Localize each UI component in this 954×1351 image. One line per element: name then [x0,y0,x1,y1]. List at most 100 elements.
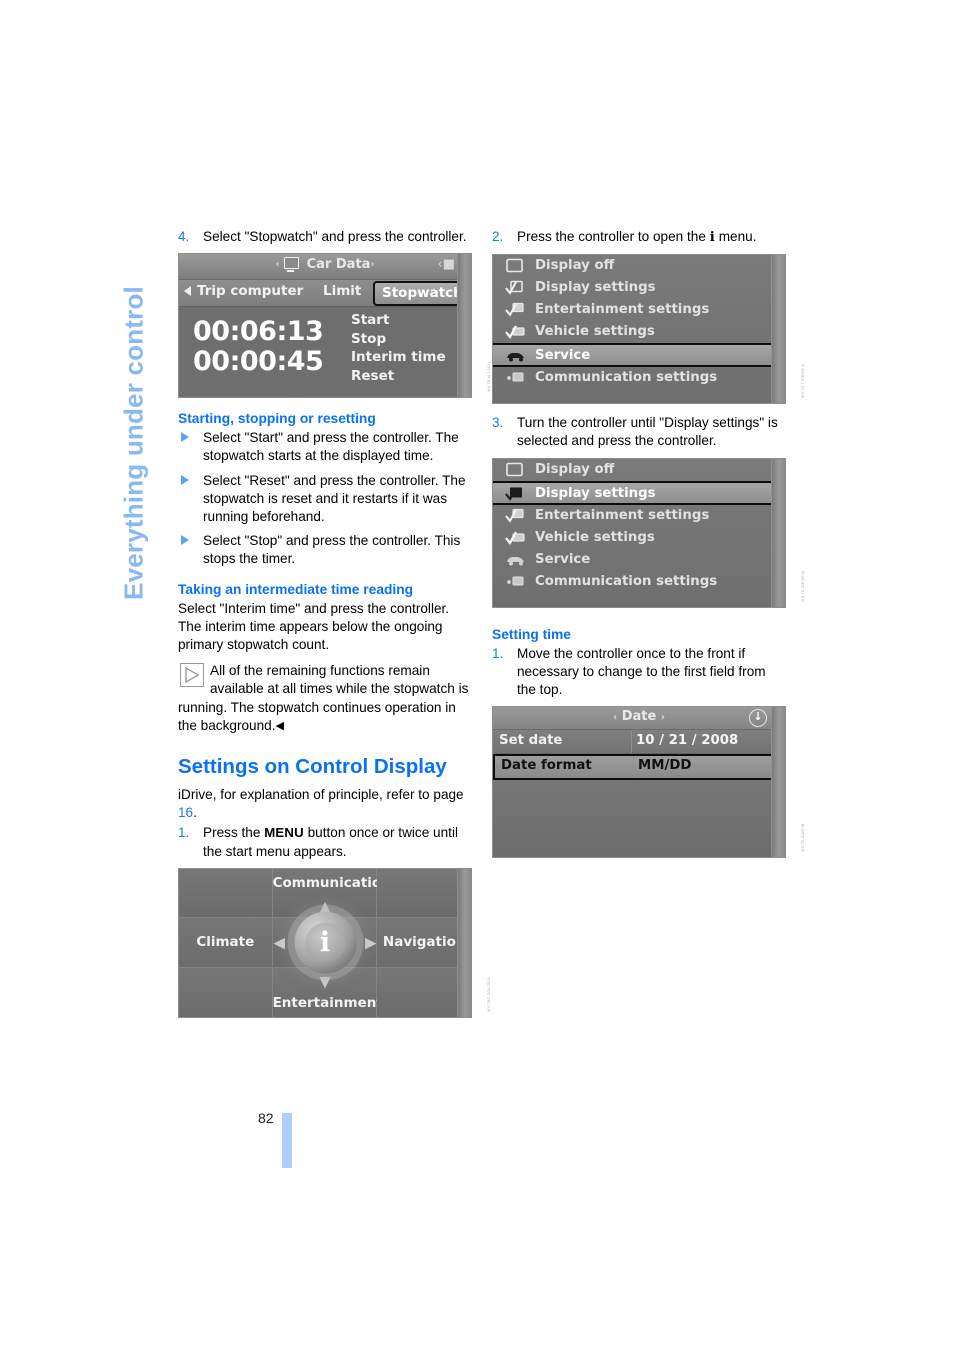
date-title: Date [621,709,657,725]
chapter-tab: Everything under control [112,228,156,658]
grid-cell-climate[interactable]: Climate [179,918,273,968]
grid-cell-tl [179,868,273,919]
start-menu-grid: Communication Climate Navigation Enterta… [179,868,471,1017]
action-interim-time[interactable]: Interim time [351,348,446,367]
imenu-item-entertainment-settings[interactable]: Entertainment settings [493,505,772,527]
monitor-icon [284,257,300,273]
date-row-set-date[interactable]: Set date 10 / 21 / 2008 [493,730,785,755]
display-off-icon [505,462,525,478]
idrive-intro-before: iDrive, for explanation of principle, re… [178,787,464,803]
bullet-stop: Select "Stop" and press the controller. … [178,532,474,568]
setting-time-step-1-number: 1. [492,645,504,661]
action-reset[interactable]: Reset [351,367,446,386]
imenu-screen-display-settings: Display off Display settings Entertainme… [492,457,786,608]
tab-limit[interactable]: Limit [323,283,361,299]
imenu-item-vehicle-settings[interactable]: Vehicle settings [493,527,772,549]
heading-intermediate-time: Taking an intermediate time reading [178,581,414,597]
imenu-item-vehicle-settings[interactable]: Vehicle settings [493,321,772,343]
grid-cell-entertainment[interactable]: Entertainment [272,967,383,1017]
interim-paragraph: Select "Interim time" and press the cont… [178,600,450,653]
step-1-menu: 1. Press the MENU button once or twice un… [178,824,474,860]
bullet-start-text: Select "Start" and press the controller.… [203,430,459,464]
car-data-titlebar: ‹ Car Data› ‹■ [179,254,471,281]
imenu-item-communication-settings[interactable]: Communication settings [493,367,772,389]
date-column-divider [631,730,632,754]
tab-trip-computer[interactable]: Trip computer [197,283,303,299]
imenu-list-1: Display off Display settings Entertainme… [493,255,772,404]
imenu-item-service[interactable]: Service [493,343,772,368]
page-reference-link[interactable]: 16 [178,805,193,820]
imenu-item-display-settings[interactable]: Display settings [493,480,772,505]
imenu-item-label: Display off [535,258,615,274]
idrive-intro: iDrive, for explanation of principle, re… [178,786,474,822]
title-right-arrow-icon: › [370,259,375,271]
car-data-title: Car Data [306,257,371,273]
figure-credit: WS.TD.DATE.M [801,823,805,853]
title-left-arrow-icon: ‹ [275,259,280,271]
imenu-item-label: Entertainment settings [535,507,710,523]
figure-credit: WS.TRC.CONTR4A [487,976,491,1012]
step-1-number: 1. [178,825,190,841]
step-4-number: 4. [178,229,190,244]
imenu-item-display-off[interactable]: Display off [493,459,772,481]
step-3-number: 3. [492,415,504,431]
back-chevron-icon[interactable]: ‹■ [438,257,455,272]
start-menu-screen: Communication Climate Navigation Enterta… [178,867,472,1018]
step-1-before: Press the [203,825,265,841]
imenu-item-label: Communication settings [535,370,718,386]
screen-right-bezel [771,255,785,404]
bullet-stop-text: Select "Stop" and press the controller. … [203,533,461,567]
car-service-icon [505,552,525,568]
step-2: 2. Press the controller to open the i men… [492,228,788,247]
tab-scroll-left-icon[interactable] [184,286,191,297]
menu-button-keyword: MENU [264,825,304,841]
imenu-item-label: Service [535,348,591,364]
note-block: All of the remaining functions remain av… [178,662,474,735]
car-service-icon [505,348,525,364]
bullet-triangle-icon [181,474,189,485]
action-start[interactable]: Start [351,311,446,330]
action-stop[interactable]: Stop [351,330,446,349]
imenu-item-communication-settings[interactable]: Communication settings [493,571,772,593]
screen-right-bezel [771,707,785,858]
stopwatch-primary-time: 00:06:13 [193,316,324,348]
imenu-item-service[interactable]: Service [493,549,772,571]
heading-settings-on-control-display: Settings on Control Display [178,755,447,779]
grid-cell-bl [179,967,273,1017]
screen-right-bezel [457,868,471,1017]
grid-cell-communication[interactable]: Communication [272,868,391,919]
imenu-item-display-settings[interactable]: Display settings [493,277,772,299]
step-2-before: Press the controller to open the [517,229,710,244]
step-3-text: Turn the controller until "Display setti… [517,415,778,449]
date-row-date-format[interactable]: Date format MM/DD [493,754,785,781]
imenu-item-display-off[interactable]: Display off [493,255,772,277]
right-column: 2. Press the controller to open the i men… [492,228,805,859]
imenu-screen-service: Display off Display settings Entertainme… [492,254,786,405]
bullet-triangle-icon [181,535,189,546]
date-row-label: Set date [499,733,563,749]
date-empty-area [493,780,785,858]
car-data-tabbar: Trip computer Limit Stopwatch [179,280,471,308]
info-arrow-icon[interactable]: ↓ [749,709,767,728]
imenu-item-entertainment-settings[interactable]: Entertainment settings [493,299,772,321]
screen-right-bezel [771,458,785,607]
imenu-item-label: Vehicle settings [535,324,655,340]
step-4: 4. Select "Stopwatch" and press the cont… [178,228,474,246]
figure-imenu-display-settings: Display off Display settings Entertainme… [492,457,805,608]
note-end-marker: ◀ [275,719,284,732]
figure-credit: WS.TD.T.IDRIVE.A [801,364,805,399]
step-2-after: menu. [714,229,757,244]
title-right-arrow-icon: › [660,712,665,724]
date-row-value: MM/DD [638,758,692,774]
menu-item-entertainment: Entertainment [272,994,383,1011]
display-settings-icon [505,280,525,296]
car-data-body: 00:06:13 00:00:45 Start Stop Interim tim… [179,307,471,398]
bullet-start: Select "Start" and press the controller.… [178,429,474,465]
communication-icon [505,370,525,386]
figure-car-data: ‹ Car Data› ‹■ Trip computer Limit Stopw… [178,253,491,399]
note-triangle-icon [180,663,204,688]
stopwatch-interim-time: 00:00:45 [193,346,324,378]
heading-starting-stopping: Starting, stopping or resetting [178,411,376,427]
vehicle-settings-icon [505,324,525,340]
note-text: All of the remaining functions remain av… [178,663,469,733]
